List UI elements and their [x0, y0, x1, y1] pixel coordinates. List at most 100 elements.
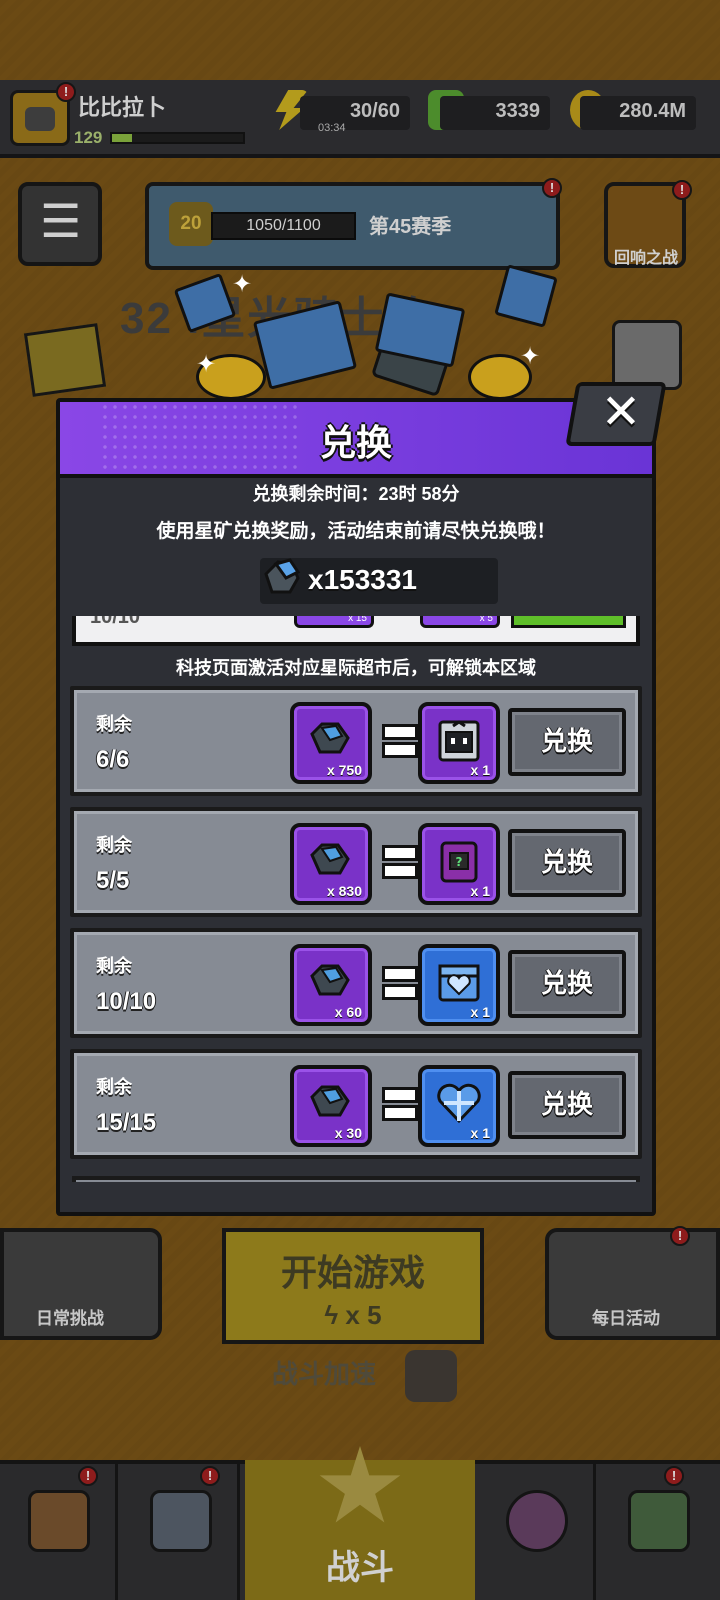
redeem-modal: 兑换 ✕ 兑换剩余时间：23时 58分 使用星矿兑换奖励，活动结束前请尽快兑换哦…	[56, 382, 667, 1216]
menu-button[interactable]	[18, 182, 102, 266]
redeem-button[interactable]: 兑换	[508, 708, 626, 776]
remaining-label: 剩余	[96, 714, 132, 734]
nav-talents[interactable]	[478, 1464, 596, 1600]
offer-list[interactable]: 10/10 x 15 x 5 科技页面激活对应星际超市后，可解锁本区域 剩余 6…	[68, 616, 644, 1182]
side-menu-icon[interactable]	[23, 323, 107, 397]
cost-quantity: x 830	[326, 883, 362, 899]
energy-timer: 03:34	[318, 122, 346, 134]
equals-icon	[382, 841, 418, 881]
unlock-hint: 科技页面激活对应星际超市后，可解锁本区域	[176, 658, 536, 678]
top-bar: ! 比比拉卜 129 30/60 03:34 3339 280.4M	[0, 80, 720, 158]
nav-equipment[interactable]	[122, 1464, 240, 1600]
cost-slot: x 830	[290, 823, 372, 905]
armor-icon	[150, 1490, 212, 1552]
shop-icon	[28, 1490, 90, 1552]
sparkle-icon: ✦	[520, 343, 541, 370]
start-cost-value: x 5	[345, 1300, 382, 1330]
remaining-time: 兑换剩余时间：23时 58分	[252, 484, 460, 504]
equals-icon	[382, 962, 418, 1002]
notification-dot: !	[664, 1466, 684, 1486]
star-ore-icon	[310, 843, 350, 875]
offer-row: 剩余 6/6 x 750 x 1 兑换	[70, 686, 642, 796]
notification-dot: !	[672, 180, 692, 200]
remaining-count: 5/5	[96, 867, 130, 894]
cost-slot: x 30	[290, 1065, 372, 1147]
nav-tech[interactable]	[600, 1464, 718, 1600]
redeem-button[interactable]	[511, 616, 626, 628]
reward-quantity: x 1	[470, 1004, 490, 1020]
equals-icon	[382, 1083, 418, 1123]
remaining-label: 剩余	[96, 835, 132, 855]
offer-row: 剩余 15/15 x 30 x 1 兑换	[70, 1049, 642, 1159]
previous-offer-remaining: 10/10	[90, 616, 141, 628]
player-level: 129	[74, 128, 103, 147]
robot-chest-icon	[438, 720, 480, 762]
offer-row: 剩余 5/5 x 830 ? x 1 兑换	[70, 807, 642, 917]
nav-shop[interactable]	[0, 1464, 118, 1600]
reward-slot[interactable]: x 1	[418, 944, 500, 1026]
redeem-button[interactable]: 兑换	[508, 950, 626, 1018]
start-game-cost: ϟ x 5	[222, 1300, 484, 1331]
player-name: 比比拉卜	[78, 95, 167, 120]
cost-quantity: x 30	[334, 1125, 362, 1141]
reward-slot[interactable]: ? x 1	[418, 823, 500, 905]
cost-quantity: x 750	[326, 762, 362, 778]
instructions-text: 使用星矿兑换奖励，活动结束前请尽快兑换哦！	[156, 521, 556, 542]
remaining-label: 剩余	[96, 1077, 132, 1097]
heart-chest-icon	[438, 964, 480, 1002]
reward-quantity: x 1	[470, 762, 490, 778]
star-orb-icon	[506, 1490, 568, 1552]
reward-quantity: x 1	[470, 1125, 490, 1141]
side-quest-icon[interactable]	[612, 320, 682, 390]
notification-dot: !	[542, 178, 562, 198]
daily-challenge-label: 日常挑战	[36, 1309, 104, 1328]
sparkle-icon: ✦	[196, 351, 217, 378]
star-ore-icon	[310, 722, 350, 754]
start-game-label: 开始游戏	[280, 1252, 425, 1293]
battle-speed-toggle[interactable]	[405, 1350, 457, 1402]
redeem-button[interactable]: 兑换	[508, 829, 626, 897]
energy-icon: ϟ	[324, 1300, 346, 1330]
remaining-label: 剩余	[96, 956, 132, 976]
mystery-crate-icon: ?	[440, 841, 478, 883]
reward-slot[interactable]: x 1	[418, 1065, 500, 1147]
star-ore-icon	[310, 1085, 350, 1117]
heart-gift-icon	[437, 1083, 481, 1124]
echo-battle-label: 回响之战	[613, 250, 678, 267]
season-panel[interactable]: 20 1050/1100 第45赛季	[145, 182, 560, 270]
remaining-count: 10/10	[96, 988, 157, 1015]
gem-counter: 3339	[440, 96, 550, 130]
sparkle-icon: ✦	[232, 271, 253, 298]
coin-counter: 280.4M	[580, 96, 696, 130]
equals-icon	[382, 720, 418, 760]
cost-quantity: x 60	[334, 1004, 362, 1020]
previous-offer-row: 10/10 x 15 x 5	[72, 616, 640, 646]
reward-slot: x 5	[420, 616, 500, 628]
currency-amount: x153331	[308, 564, 418, 595]
notification-dot: !	[56, 82, 76, 102]
notification-dot: !	[200, 1466, 220, 1486]
season-progress-bar: 1050/1100	[211, 212, 356, 240]
level-progress-bar	[110, 132, 245, 144]
notification-dot: !	[670, 1226, 690, 1246]
svg-text:?: ?	[456, 855, 463, 869]
daily-activity-label: 每日活动	[592, 1309, 660, 1328]
season-name: 第45赛季	[369, 216, 452, 238]
cost-slot: x 750	[290, 702, 372, 784]
reward-quantity: x 1	[470, 883, 490, 899]
remaining-count: 15/15	[96, 1109, 157, 1136]
cost-slot: x 60	[290, 944, 372, 1026]
notification-dot: !	[78, 1466, 98, 1486]
remaining-count: 6/6	[96, 746, 130, 773]
redeem-button[interactable]: 兑换	[508, 1071, 626, 1139]
tech-icon	[628, 1490, 690, 1552]
next-offer-row	[72, 1176, 640, 1182]
close-icon[interactable]: ✕	[586, 384, 656, 440]
season-level-badge: 20	[169, 202, 213, 246]
nav-battle-label: 战斗	[326, 1549, 394, 1587]
star-ore-icon	[310, 964, 350, 996]
cost-slot: x 15	[294, 616, 374, 628]
battle-speed-label: 战斗加速	[272, 1359, 377, 1389]
reward-slot[interactable]: x 1	[418, 702, 500, 784]
star-ore-icon	[264, 558, 301, 594]
